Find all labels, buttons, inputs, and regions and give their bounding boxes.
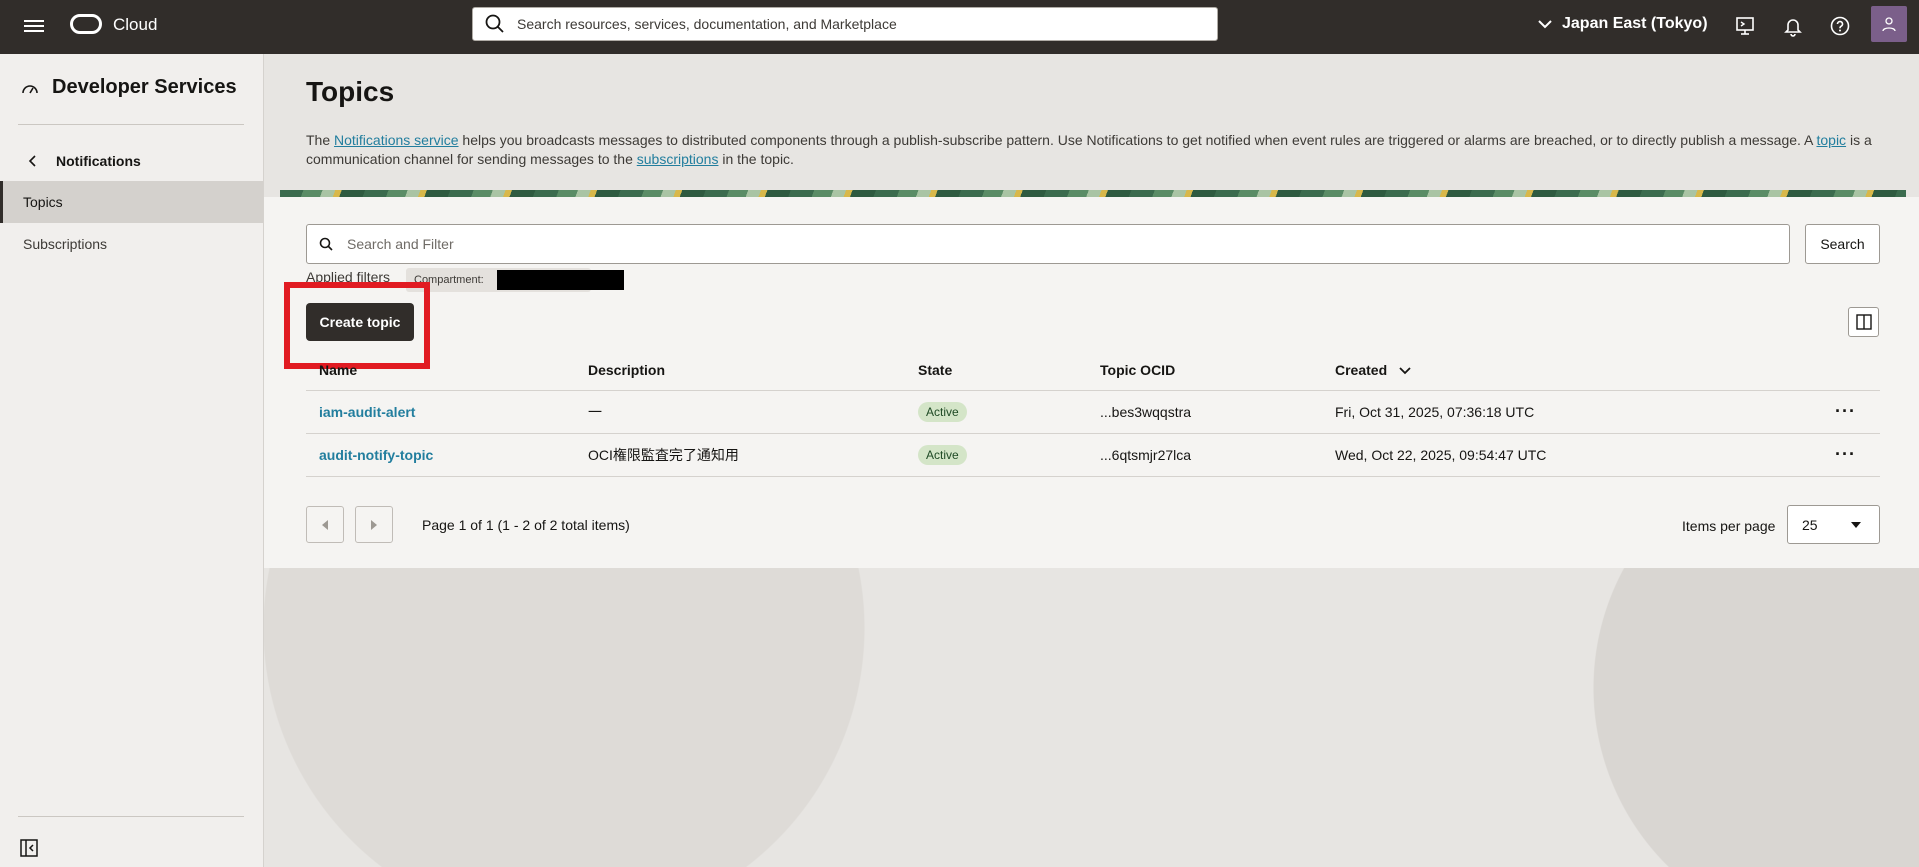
caret-down-icon xyxy=(1851,522,1861,528)
columns-icon xyxy=(1855,314,1872,330)
sidebar-title-label: Developer Services xyxy=(52,76,237,98)
items-per-page-select[interactable]: 25 xyxy=(1787,505,1880,544)
oracle-logo[interactable] xyxy=(70,14,102,34)
items-per-page-value: 25 xyxy=(1802,516,1818,533)
topic-ocid: ...bes3wqqstra xyxy=(1087,390,1322,434)
sidebar-divider xyxy=(18,816,244,817)
redacted-block xyxy=(497,270,624,290)
sidebar-divider xyxy=(18,124,244,125)
sidebar-item-label: Topics xyxy=(23,194,63,210)
developer-services-icon xyxy=(22,84,38,93)
sidebar-item-topics[interactable]: Topics xyxy=(0,181,263,223)
next-page-button[interactable] xyxy=(355,506,393,543)
topics-table: Name Description State Topic OCID Create… xyxy=(306,350,1880,477)
table-row: iam-audit-alert 一 Active ...bes3wqqstra … xyxy=(306,390,1880,434)
topic-ocid: ...6qtsmjr27lca xyxy=(1087,433,1322,477)
avatar[interactable] xyxy=(1871,6,1907,42)
topic-name-link[interactable]: audit-notify-topic xyxy=(319,447,433,463)
manage-columns-button[interactable] xyxy=(1848,307,1879,337)
help-icon[interactable] xyxy=(1829,15,1851,37)
items-per-page-label: Items per page xyxy=(1682,518,1776,534)
desc-text: in the topic. xyxy=(718,151,794,167)
user-icon xyxy=(1882,17,1896,32)
col-state[interactable]: State xyxy=(905,350,1087,391)
previous-page-button[interactable] xyxy=(306,506,344,543)
more-actions-icon[interactable]: ··· xyxy=(1835,401,1856,421)
brand-name: Cloud xyxy=(113,15,158,34)
col-created-label: Created xyxy=(1335,361,1388,378)
status-badge: Active xyxy=(918,401,967,422)
topic-link[interactable]: topic xyxy=(1816,132,1846,148)
sidebar-item-label: Subscriptions xyxy=(23,236,108,252)
col-actions xyxy=(1822,350,1880,391)
topic-description: 一 xyxy=(575,390,905,434)
col-created[interactable]: Created xyxy=(1322,350,1822,391)
back-label: Notifications xyxy=(56,153,141,169)
more-actions-icon[interactable]: ··· xyxy=(1835,444,1856,464)
caret-left-icon xyxy=(322,519,328,530)
subscriptions-link[interactable]: subscriptions xyxy=(637,151,719,167)
global-search-placeholder: Search resources, services, documentatio… xyxy=(517,16,897,32)
table-header-row: Name Description State Topic OCID Create… xyxy=(306,350,1880,391)
desc-text: helps you broadcasts messages to distrib… xyxy=(458,132,1817,148)
search-filter-input[interactable]: Search and Filter xyxy=(306,224,1790,264)
sidebar: Developer Services Notifications Topics … xyxy=(0,54,264,867)
region-label: Japan East (Tokyo) xyxy=(1562,15,1708,32)
cloud-shell-icon[interactable] xyxy=(1734,15,1756,37)
page-title: Topics xyxy=(306,76,395,107)
col-name[interactable]: Name xyxy=(306,350,575,391)
sort-down-icon xyxy=(1399,367,1411,375)
search-filter-placeholder: Search and Filter xyxy=(347,236,454,252)
back-to-notifications[interactable]: Notifications xyxy=(28,153,141,169)
col-topic-ocid[interactable]: Topic OCID xyxy=(1087,350,1322,391)
col-description[interactable]: Description xyxy=(575,350,905,391)
search-icon xyxy=(319,237,333,251)
caret-right-icon xyxy=(371,519,377,530)
sidebar-title: Developer Services xyxy=(20,76,237,99)
page-description: The Notifications service helps you broa… xyxy=(306,131,1896,169)
background-pattern xyxy=(264,568,1919,867)
status-badge: Active xyxy=(918,444,967,465)
region-selector[interactable]: Japan East (Tokyo) xyxy=(1538,15,1708,33)
topic-created: Wed, Oct 22, 2025, 09:54:47 UTC xyxy=(1322,433,1822,477)
global-search-input[interactable]: Search resources, services, documentatio… xyxy=(472,7,1218,41)
bell-icon[interactable] xyxy=(1782,15,1804,37)
collapse-sidebar-icon[interactable] xyxy=(20,839,38,857)
desc-text: The xyxy=(306,132,335,148)
search-button[interactable]: Search xyxy=(1805,224,1880,264)
sidebar-item-subscriptions[interactable]: Subscriptions xyxy=(0,223,263,265)
pagination-text: Page 1 of 1 (1 - 2 of 2 total items) xyxy=(422,517,630,533)
search-icon xyxy=(485,14,504,33)
topic-description: OCI権限監査完了通知用 xyxy=(575,433,905,477)
topic-created: Fri, Oct 31, 2025, 07:36:18 UTC xyxy=(1322,390,1822,434)
chevron-left-icon xyxy=(28,155,36,167)
chevron-down-icon xyxy=(1538,20,1552,29)
menu-icon[interactable] xyxy=(24,17,44,37)
table-row: audit-notify-topic OCI権限監査完了通知用 Active .… xyxy=(306,433,1880,477)
main-content: Topics The Notifications service helps y… xyxy=(264,54,1919,867)
topic-name-link[interactable]: iam-audit-alert xyxy=(319,404,415,420)
top-bar: Cloud Search resources, services, docume… xyxy=(0,0,1919,54)
notifications-service-link[interactable]: Notifications service xyxy=(334,132,459,148)
